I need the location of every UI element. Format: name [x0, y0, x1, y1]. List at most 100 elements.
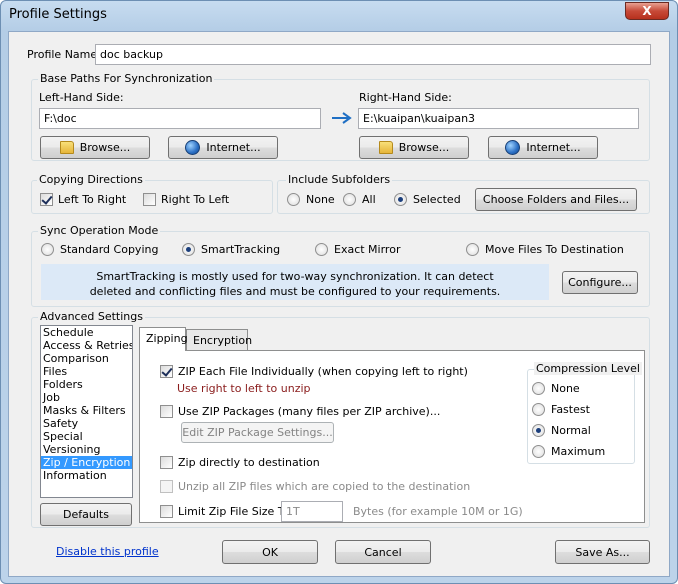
defaults-button[interactable]: Defaults — [40, 503, 132, 526]
left-internet-button[interactable]: Internet... — [168, 136, 278, 159]
zip-packages-checkbox[interactable]: Use ZIP Packages (many files per ZIP arc… — [160, 405, 440, 418]
right-browse-button[interactable]: Browse... — [359, 136, 469, 159]
compression-maximum-label: Maximum — [551, 445, 606, 458]
checkbox-box — [160, 480, 173, 493]
sync-info-line1: SmartTracking is mostly used for two-way… — [96, 270, 494, 283]
unzip-all-checkbox[interactable]: Unzip all ZIP files which are copied to … — [160, 480, 470, 493]
cancel-button[interactable]: Cancel — [335, 540, 431, 564]
limit-size-input[interactable]: 1T — [281, 501, 343, 522]
list-item[interactable]: Masks & Filters — [41, 404, 132, 417]
sync-info-line2: deleted and conflicting files and must b… — [89, 285, 501, 298]
choose-folders-button[interactable]: Choose Folders and Files... — [475, 188, 637, 211]
compression-normal-label: Normal — [551, 424, 591, 437]
copying-directions-legend: Copying Directions — [37, 173, 145, 186]
list-item[interactable]: Special — [41, 430, 132, 443]
left-to-right-checkbox[interactable]: Left To Right — [40, 193, 126, 206]
left-browse-label: Browse... — [79, 141, 131, 154]
radio-circle — [315, 243, 328, 256]
compression-fastest-label: Fastest — [551, 403, 590, 416]
right-to-left-label: Right To Left — [161, 193, 230, 206]
list-item[interactable]: Folders — [41, 378, 132, 391]
list-item[interactable]: Versioning — [41, 443, 132, 456]
compression-maximum-radio[interactable]: Maximum — [532, 445, 605, 458]
exact-mirror-radio[interactable]: Exact Mirror — [315, 243, 400, 256]
title-bar[interactable]: Profile Settings X — [1, 1, 677, 31]
radio-circle — [466, 243, 479, 256]
checkbox-box — [160, 365, 173, 378]
compression-normal-radio[interactable]: Normal — [532, 424, 591, 437]
left-internet-label: Internet... — [206, 141, 261, 154]
sync-mode-legend: Sync Operation Mode — [38, 224, 161, 237]
list-item[interactable]: Schedule — [41, 326, 132, 339]
radio-circle — [532, 403, 545, 416]
right-internet-button[interactable]: Internet... — [488, 136, 598, 159]
radio-circle — [532, 445, 545, 458]
zip-hint-text: Use right to left to unzip — [177, 382, 311, 395]
right-internet-label: Internet... — [526, 141, 581, 154]
checkbox-box — [143, 193, 156, 206]
smart-tracking-label: SmartTracking — [201, 243, 281, 256]
zip-direct-checkbox[interactable]: Zip directly to destination — [160, 456, 320, 469]
right-browse-label: Browse... — [398, 141, 450, 154]
save-as-button[interactable]: Save As... — [555, 540, 650, 564]
limit-size-checkbox[interactable]: Limit Zip File Size To — [160, 505, 289, 518]
radio-circle — [343, 193, 356, 206]
zip-each-checkbox[interactable]: ZIP Each File Individually (when copying… — [160, 365, 468, 378]
list-item[interactable]: Safety — [41, 417, 132, 430]
exact-mirror-label: Exact Mirror — [334, 243, 401, 256]
configure-button[interactable]: Configure... — [562, 271, 638, 294]
list-item[interactable]: Job — [41, 391, 132, 404]
unzip-all-label: Unzip all ZIP files which are copied to … — [178, 480, 471, 493]
list-item[interactable]: Information — [41, 469, 132, 482]
subfolders-selected-label: Selected — [413, 193, 461, 206]
left-path-input[interactable]: F:\doc — [39, 108, 321, 129]
list-item-selected[interactable]: Zip / Encryption — [41, 456, 132, 469]
move-files-radio[interactable]: Move Files To Destination — [466, 243, 624, 256]
list-item[interactable]: Access & Retries — [41, 339, 132, 352]
compression-level-legend: Compression Level — [534, 362, 642, 375]
left-side-label: Left-Hand Side: — [39, 91, 124, 104]
compression-none-radio[interactable]: None — [532, 382, 580, 395]
advanced-settings-legend: Advanced Settings — [38, 310, 145, 323]
globe-icon — [185, 140, 201, 155]
tab-encryption[interactable]: Encryption — [186, 329, 252, 351]
right-arrow-icon — [332, 112, 352, 124]
standard-copying-radio[interactable]: Standard Copying — [41, 243, 158, 256]
compression-none-label: None — [551, 382, 580, 395]
right-path-input[interactable]: E:\kuaipan\kuaipan3 — [358, 108, 639, 129]
base-paths-legend: Base Paths For Synchronization — [38, 72, 215, 85]
advanced-category-list[interactable]: Schedule Access & Retries Comparison Fil… — [40, 325, 133, 498]
subfolders-all-radio[interactable]: All — [343, 193, 376, 206]
folder-icon — [59, 141, 74, 154]
dialog-client-area: Profile Name: doc backup Base Paths For … — [8, 31, 670, 577]
checkbox-box — [160, 505, 173, 518]
profile-name-input[interactable]: doc backup — [95, 44, 651, 65]
tab-zipping[interactable]: Zipping — [139, 327, 188, 351]
include-subfolders-legend: Include Subfolders — [286, 173, 393, 186]
ok-button[interactable]: OK — [222, 540, 318, 564]
profile-settings-window: Profile Settings X Profile Name: doc bac… — [0, 0, 678, 584]
edit-zip-package-button[interactable]: Edit ZIP Package Settings... — [181, 422, 334, 443]
list-item[interactable]: Files — [41, 365, 132, 378]
zip-packages-label: Use ZIP Packages (many files per ZIP arc… — [178, 405, 441, 418]
subfolders-selected-radio[interactable]: Selected — [394, 193, 461, 206]
subfolders-all-label: All — [362, 193, 376, 206]
compression-fastest-radio[interactable]: Fastest — [532, 403, 590, 416]
move-files-label: Move Files To Destination — [485, 243, 624, 256]
radio-circle — [41, 243, 54, 256]
standard-copying-label: Standard Copying — [60, 243, 159, 256]
subfolders-none-label: None — [306, 193, 335, 206]
close-button[interactable]: X — [625, 2, 669, 20]
profile-name-label: Profile Name: — [27, 48, 101, 61]
limit-size-label: Limit Zip File Size To — [178, 505, 290, 518]
checkbox-box — [40, 193, 53, 206]
disable-profile-link[interactable]: Disable this profile — [56, 545, 159, 558]
left-browse-button[interactable]: Browse... — [40, 136, 150, 159]
right-to-left-checkbox[interactable]: Right To Left — [143, 193, 229, 206]
list-item[interactable]: Comparison — [41, 352, 132, 365]
subfolders-none-radio[interactable]: None — [287, 193, 335, 206]
folder-icon — [378, 141, 393, 154]
smart-tracking-radio[interactable]: SmartTracking — [182, 243, 280, 256]
zip-each-label: ZIP Each File Individually (when copying… — [178, 365, 468, 378]
sync-mode-info: SmartTracking is mostly used for two-way… — [41, 264, 549, 300]
